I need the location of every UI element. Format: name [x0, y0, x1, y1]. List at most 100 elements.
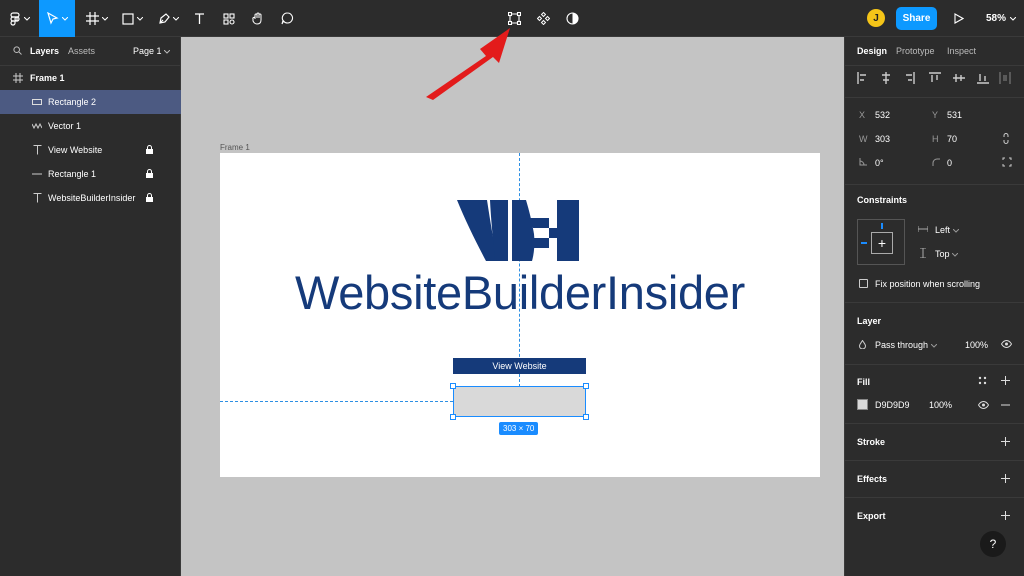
horizontal-constraint-select[interactable]: Left	[935, 225, 959, 235]
resize-handle-top-left[interactable]	[450, 383, 456, 389]
rotation-icon	[859, 158, 867, 166]
alignment-row	[857, 72, 1017, 86]
hand-icon	[252, 12, 262, 25]
selected-rectangle-2[interactable]	[453, 386, 586, 417]
view-website-button[interactable]: View Website	[453, 358, 586, 374]
zoom-dropdown[interactable]: 58%	[986, 0, 1017, 37]
fix-position-checkbox[interactable]	[859, 279, 868, 288]
layer-rectangle-2[interactable]: Rectangle 2	[0, 90, 181, 114]
layer-view-website[interactable]: View Website	[0, 138, 181, 162]
layer-websitebuilderinsider[interactable]: WebsiteBuilderInsider	[0, 186, 181, 210]
constraint-left-indicator[interactable]	[861, 242, 867, 244]
chevron-down-icon	[23, 16, 30, 21]
tab-prototype[interactable]: Prototype	[896, 46, 935, 56]
divider	[845, 460, 1024, 461]
present-button[interactable]	[950, 0, 968, 37]
align-bottom-icon[interactable]	[977, 72, 989, 84]
lock-icon[interactable]	[146, 144, 153, 156]
frame-1[interactable]: WebsiteBuilderInsider View Website 303 ×…	[220, 153, 820, 477]
eye-icon[interactable]	[1001, 340, 1012, 348]
eye-icon[interactable]	[978, 401, 989, 409]
component-icon	[536, 12, 550, 25]
align-right-icon[interactable]	[905, 72, 915, 84]
dimensions-badge: 303 × 70	[499, 422, 539, 435]
chevron-down-icon	[951, 252, 959, 257]
distribute-icon[interactable]	[999, 72, 1011, 84]
fill-opacity-input[interactable]: 100%	[929, 400, 952, 410]
share-button[interactable]: Share	[896, 7, 937, 30]
align-top-icon[interactable]	[929, 72, 941, 84]
resize-handle-bottom-left[interactable]	[450, 414, 456, 420]
user-avatar[interactable]: J	[867, 9, 885, 27]
corner-radius-input[interactable]: 0	[947, 158, 952, 168]
page-selector[interactable]: Page 1	[133, 46, 171, 56]
tab-assets[interactable]: Assets	[68, 46, 95, 56]
resize-handle-bottom-right[interactable]	[583, 414, 589, 420]
layer-opacity-input[interactable]: 100%	[965, 340, 988, 350]
vertical-constraint-select[interactable]: Top	[935, 249, 959, 259]
constraints-widget[interactable]: +	[857, 219, 905, 265]
brand-text[interactable]: WebsiteBuilderInsider	[220, 265, 820, 320]
layer-rectangle-1[interactable]: Rectangle 1	[0, 162, 181, 186]
x-input[interactable]: 532	[875, 110, 890, 120]
width-input[interactable]: 303	[875, 134, 890, 144]
shape-tool-button[interactable]	[117, 0, 147, 37]
hand-tool-button[interactable]	[247, 0, 269, 37]
rotation-input[interactable]: 0°	[875, 158, 884, 168]
height-input[interactable]: 70	[947, 134, 957, 144]
fill-color-swatch[interactable]	[857, 399, 868, 410]
help-button[interactable]: ?	[980, 531, 1006, 557]
main-menu-button[interactable]	[4, 0, 34, 37]
pen-tool-button[interactable]	[153, 0, 183, 37]
comment-tool-button[interactable]	[276, 0, 298, 37]
constraint-top-indicator[interactable]	[881, 223, 883, 229]
frame-icon	[12, 72, 24, 84]
divider	[845, 497, 1024, 498]
styles-grid-icon[interactable]	[978, 376, 987, 385]
layer-vector-1[interactable]: Vector 1	[0, 114, 181, 138]
rectangle-icon	[121, 12, 134, 25]
independent-corners-icon[interactable]	[1002, 157, 1012, 167]
search-icon[interactable]	[13, 46, 22, 55]
lock-icon[interactable]	[146, 168, 153, 180]
create-component-button[interactable]	[533, 0, 553, 37]
canvas[interactable]: Frame 1 WebsiteBuilderInsider View Websi…	[181, 37, 844, 576]
layer-frame-1[interactable]: Frame 1	[0, 66, 181, 90]
align-horizontal-center-icon[interactable]	[881, 72, 891, 84]
y-input[interactable]: 531	[947, 110, 962, 120]
red-arrow-annotation	[426, 28, 510, 100]
blend-mode-select[interactable]: Pass through	[875, 340, 937, 350]
divider	[845, 302, 1024, 303]
layer-name: Rectangle 1	[48, 169, 97, 179]
text-layer-icon	[31, 192, 43, 204]
chevron-down-icon	[930, 343, 937, 348]
tab-layers[interactable]: Layers	[30, 46, 59, 56]
fix-position-label: Fix position when scrolling	[875, 279, 981, 289]
constrain-proportions-icon[interactable]	[1002, 133, 1010, 144]
fill-hex-input[interactable]: D9D9D9	[875, 400, 910, 410]
frame-tool-button[interactable]	[80, 0, 114, 37]
align-vertical-center-icon[interactable]	[953, 72, 965, 84]
resize-handle-top-right[interactable]	[583, 383, 589, 389]
lock-icon[interactable]	[146, 192, 153, 204]
add-stroke-icon[interactable]	[1001, 437, 1010, 446]
tab-design[interactable]: Design	[857, 46, 887, 56]
align-left-icon[interactable]	[857, 72, 867, 84]
blend-mode-value: Pass through	[875, 340, 929, 350]
move-tool-button[interactable]	[39, 0, 75, 37]
divider	[845, 364, 1024, 365]
add-effect-icon[interactable]	[1001, 474, 1010, 483]
remove-fill-icon[interactable]	[1001, 404, 1010, 406]
resources-tool-button[interactable]	[218, 0, 240, 37]
add-fill-icon[interactable]	[1001, 376, 1010, 385]
wbi-logo-vector[interactable]	[457, 200, 579, 261]
design-panel: Design Prototype Inspect X 532 Y 531 W 3…	[844, 37, 1024, 576]
add-export-icon[interactable]	[1001, 511, 1010, 520]
layer-title: Layer	[857, 316, 882, 326]
text-tool-button[interactable]	[188, 0, 210, 37]
frame-label[interactable]: Frame 1	[220, 143, 250, 152]
figma-app: J Share 58% Layers Assets Page 1 Frame 1…	[0, 0, 1024, 576]
tab-inspect[interactable]: Inspect	[947, 46, 976, 56]
mask-button[interactable]	[562, 0, 582, 37]
pen-icon	[158, 12, 170, 24]
